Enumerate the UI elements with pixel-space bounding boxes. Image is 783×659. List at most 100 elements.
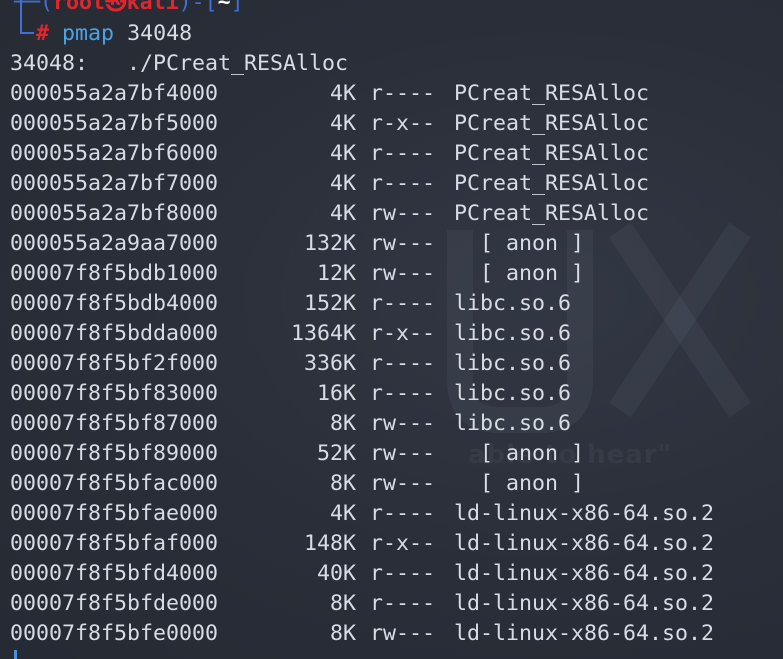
- row-permissions: rw---: [370, 441, 436, 466]
- terminal-cursor: [14, 650, 17, 659]
- row-size: 4K: [329, 501, 356, 526]
- pmap-row: 000055a2a7bf8000 4K rw--- PCreat_RESAlloc: [10, 199, 649, 229]
- prompt-user: root㉿kali: [53, 0, 179, 15]
- row-permissions: rw---: [370, 201, 436, 226]
- prompt-corner-horizontal: [20, 32, 34, 34]
- row-size: 152K: [303, 291, 356, 316]
- row-address: 000055a2a7bf5000: [10, 111, 219, 136]
- row-mapping: libc.so.6: [454, 321, 572, 346]
- row-mapping: [ anon ]: [454, 261, 585, 286]
- row-mapping: ld-linux-x86-64.so.2: [454, 561, 715, 586]
- row-size: 4K: [329, 171, 356, 196]
- prompt-dir: ~: [217, 0, 231, 15]
- pmap-row: 00007f8f5bf87000 8K rw--- libc.so.6: [10, 409, 571, 439]
- pmap-row: 00007f8f5bfae000 4K r---- ld-linux-x86-64.s…: [10, 499, 714, 529]
- row-permissions: r----: [370, 351, 436, 376]
- row-address: 000055a2a7bf4000: [10, 81, 219, 106]
- pmap-row: 00007f8f5bf83000 16K r---- libc.so.6: [10, 379, 571, 409]
- row-mapping: ld-linux-x86-64.so.2: [454, 621, 715, 646]
- row-size: 4K: [329, 81, 356, 106]
- row-permissions: r----: [370, 591, 436, 616]
- row-mapping: ld-linux-x86-64.so.2: [454, 591, 715, 616]
- row-mapping: PCreat_RESAlloc: [454, 81, 650, 106]
- row-address: 00007f8f5bfe0000: [10, 621, 219, 646]
- row-permissions: r-x--: [370, 321, 436, 346]
- prompt-separator: )-[: [178, 0, 218, 15]
- terminal-window[interactable]: able to hear" ──(root㉿kali)-[~] # pmap 3…: [0, 0, 783, 659]
- pmap-row: 00007f8f5bfe0000 8K rw--- ld-linux-x86-64.s…: [10, 619, 714, 649]
- row-address: 000055a2a9aa7000: [10, 231, 219, 256]
- pmap-row: 00007f8f5bfde000 8K r---- ld-linux-x86-64.s…: [10, 589, 714, 619]
- row-address: 00007f8f5bfde000: [10, 591, 219, 616]
- row-permissions: r----: [370, 381, 436, 406]
- row-mapping: PCreat_RESAlloc: [454, 111, 650, 136]
- row-permissions: r----: [370, 291, 436, 316]
- row-permissions: rw---: [370, 471, 436, 496]
- pmap-row: 00007f8f5bfac000 8K rw--- [ anon ]: [10, 469, 584, 499]
- row-address: 00007f8f5bf87000: [10, 411, 219, 436]
- row-address: 00007f8f5bf83000: [10, 381, 219, 406]
- row-permissions: r----: [370, 501, 436, 526]
- pmap-header-line: 34048: ./PCreat_RESAlloc: [10, 51, 349, 76]
- row-mapping: ld-linux-x86-64.so.2: [454, 501, 715, 526]
- row-size: 8K: [329, 621, 356, 646]
- row-size: 132K: [303, 231, 356, 256]
- pmap-row: 000055a2a7bf7000 4K r---- PCreat_RESAlloc: [10, 169, 649, 199]
- prompt-symbol: #: [36, 21, 50, 46]
- row-mapping: PCreat_RESAlloc: [454, 171, 650, 196]
- command-name: pmap: [62, 21, 115, 46]
- row-mapping: libc.so.6: [454, 291, 572, 316]
- pmap-row: 00007f8f5bf89000 52K rw--- [ anon ]: [10, 439, 584, 469]
- row-size: 4K: [329, 141, 356, 166]
- row-address: 00007f8f5bf89000: [10, 441, 219, 466]
- row-size: 40K: [316, 561, 356, 586]
- row-permissions: r-x--: [370, 531, 436, 556]
- command-argument: 34048: [127, 21, 193, 46]
- row-permissions: rw---: [370, 261, 436, 286]
- pmap-row: 00007f8f5bfd4000 40K r---- ld-linux-x86-64.…: [10, 559, 714, 589]
- row-address: 000055a2a7bf8000: [10, 201, 219, 226]
- row-size: 336K: [303, 351, 356, 376]
- row-mapping: [ anon ]: [454, 231, 585, 256]
- row-size: 52K: [316, 441, 356, 466]
- pmap-row: 000055a2a7bf5000 4K r-x-- PCreat_RESAlloc: [10, 109, 649, 139]
- pmap-row: 000055a2a7bf4000 4K r---- PCreat_RESAlloc: [10, 79, 649, 109]
- row-size: 148K: [303, 531, 356, 556]
- pmap-row: 000055a2a7bf6000 4K r---- PCreat_RESAlloc: [10, 139, 649, 169]
- row-permissions: rw---: [370, 621, 436, 646]
- row-size: 8K: [329, 411, 356, 436]
- row-mapping: [ anon ]: [454, 441, 585, 466]
- row-permissions: r----: [370, 81, 436, 106]
- row-address: 00007f8f5bfd4000: [10, 561, 219, 586]
- pmap-row: 00007f8f5bdb4000 152K r---- libc.so.6: [10, 289, 571, 319]
- command-line: # pmap 34048: [36, 19, 192, 49]
- row-address: 00007f8f5bfaf000: [10, 531, 219, 556]
- row-mapping: PCreat_RESAlloc: [454, 141, 650, 166]
- pmap-row: 00007f8f5bdb1000 12K rw--- [ anon ]: [10, 259, 584, 289]
- pmap-row: 000055a2a9aa7000 132K rw--- [ anon ]: [10, 229, 584, 259]
- row-mapping: libc.so.6: [454, 381, 572, 406]
- row-permissions: r----: [370, 141, 436, 166]
- row-size: 4K: [329, 111, 356, 136]
- row-address: 00007f8f5bfae000: [10, 501, 219, 526]
- pmap-row: 00007f8f5bfaf000 148K r-x-- ld-linux-x86-64…: [10, 529, 714, 559]
- row-address: 000055a2a7bf7000: [10, 171, 219, 196]
- prompt-corner-vertical: [20, 0, 22, 32]
- row-size: 8K: [329, 471, 356, 496]
- pmap-row: 00007f8f5bf2f000 336K r---- libc.so.6: [10, 349, 571, 379]
- row-address: 00007f8f5bf2f000: [10, 351, 219, 376]
- row-address: 00007f8f5bfac000: [10, 471, 219, 496]
- row-address: 00007f8f5bdb1000: [10, 261, 219, 286]
- row-address: 00007f8f5bdb4000: [10, 291, 219, 316]
- row-size: 12K: [316, 261, 356, 286]
- row-permissions: r----: [370, 561, 436, 586]
- row-size: 16K: [316, 381, 356, 406]
- row-permissions: rw---: [370, 231, 436, 256]
- row-size: 1364K: [290, 321, 356, 346]
- prompt-bracket-close: ]: [230, 0, 244, 15]
- prompt-header: ──(root㉿kali)-[~]: [14, 0, 244, 18]
- row-permissions: r-x--: [370, 111, 436, 136]
- row-mapping: libc.so.6: [454, 411, 572, 436]
- row-permissions: rw---: [370, 411, 436, 436]
- row-permissions: r----: [370, 171, 436, 196]
